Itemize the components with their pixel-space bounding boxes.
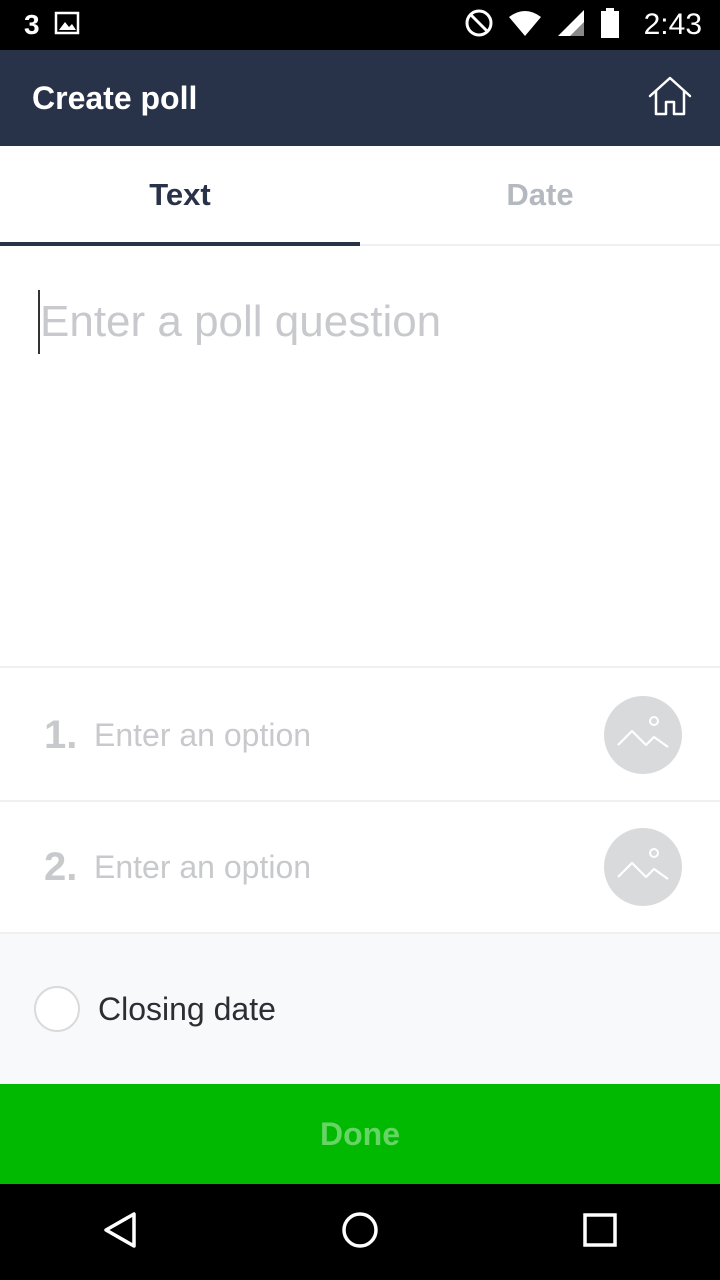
status-bar: 3 2:43 xyxy=(0,0,720,50)
image-icon xyxy=(54,11,80,40)
poll-question-input[interactable] xyxy=(38,290,678,354)
status-left: 3 xyxy=(24,9,80,41)
notification-count: 3 xyxy=(24,9,40,40)
home-circle-icon xyxy=(340,1210,380,1255)
option-row-1: 1. xyxy=(0,670,720,802)
closing-date-label: Closing date xyxy=(98,990,276,1027)
status-right: 2:43 xyxy=(464,7,702,43)
recents-button[interactable] xyxy=(550,1184,650,1280)
option-row-2: 2. xyxy=(0,802,720,934)
home-nav-button[interactable] xyxy=(310,1184,410,1280)
back-button[interactable] xyxy=(70,1184,170,1280)
tab-date[interactable]: Date xyxy=(360,146,720,244)
navigation-bar xyxy=(0,1184,720,1280)
screen: 3 2:43 Create poll Text Date Enter a pol… xyxy=(0,0,720,1280)
option-input-1[interactable] xyxy=(94,716,604,754)
wifi-icon xyxy=(508,9,542,42)
recents-icon xyxy=(580,1210,620,1255)
option-number: 1. xyxy=(44,712,78,757)
battery-icon xyxy=(600,7,620,43)
back-icon xyxy=(100,1210,140,1255)
add-image-button-2[interactable] xyxy=(604,828,682,906)
option-input-2[interactable] xyxy=(94,848,604,886)
do-not-disturb-icon xyxy=(464,8,494,43)
image-icon xyxy=(616,847,670,888)
closing-date-checkbox[interactable] xyxy=(34,986,80,1032)
done-button[interactable]: Done xyxy=(0,1084,720,1184)
status-time: 2:43 xyxy=(643,8,702,41)
image-icon xyxy=(616,715,670,756)
question-area xyxy=(0,246,720,668)
signal-icon xyxy=(556,8,586,43)
option-number: 2. xyxy=(44,844,78,889)
closing-date-section: Closing date xyxy=(0,934,720,1084)
app-bar: Create poll xyxy=(0,50,720,146)
tab-text[interactable]: Text xyxy=(0,146,360,246)
tab-bar: Text Date xyxy=(0,146,720,246)
page-title: Create poll xyxy=(32,79,198,116)
home-icon xyxy=(647,75,693,122)
add-image-button-1[interactable] xyxy=(604,696,682,774)
home-button[interactable] xyxy=(644,72,696,124)
